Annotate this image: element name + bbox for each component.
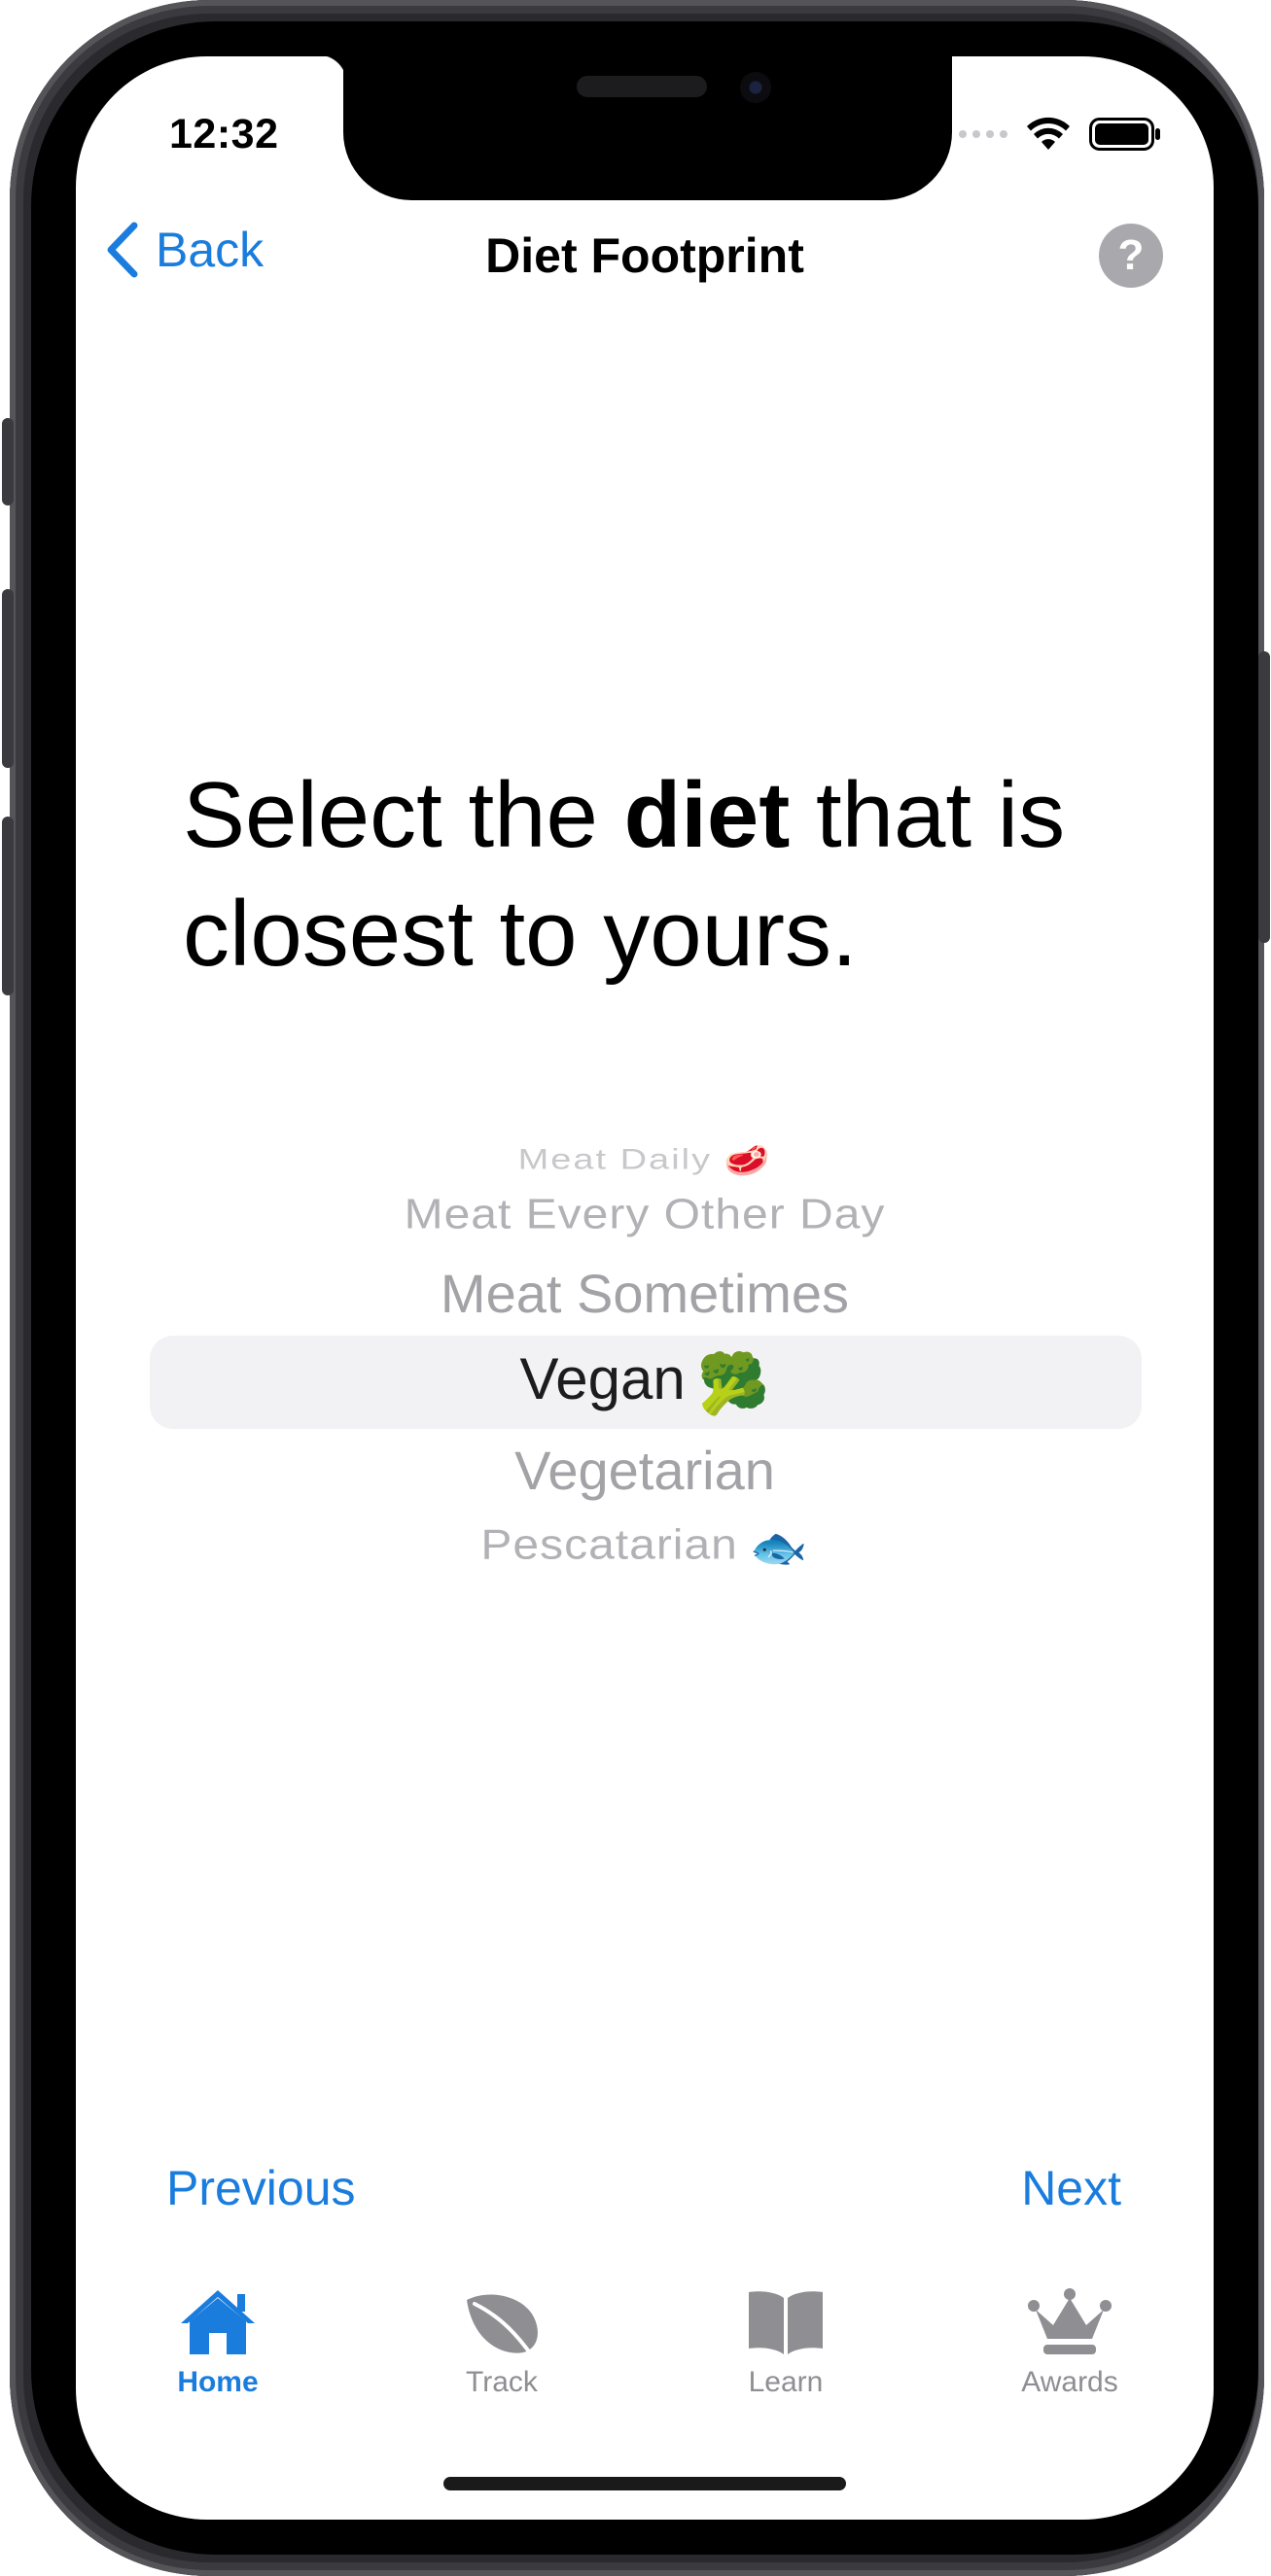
picker-option-label: Meat Daily bbox=[517, 1143, 713, 1176]
screen: 12:32 Back Diet Footprint ? Select the d… bbox=[76, 56, 1214, 2520]
heading-text-part1: Select the bbox=[183, 763, 624, 867]
picker-option-label: Meat Every Other Day bbox=[404, 1191, 886, 1238]
picker-option-label: Meat Sometimes bbox=[440, 1263, 850, 1324]
picker-option-vegan-selected[interactable]: Vegan 🥦 bbox=[76, 1345, 1214, 1418]
status-icons bbox=[959, 113, 1161, 156]
tab-track[interactable]: Track bbox=[405, 2286, 599, 2399]
side-button-volume-up bbox=[2, 589, 14, 768]
tab-track-label: Track bbox=[466, 2366, 538, 2398]
tab-home[interactable]: Home bbox=[121, 2286, 315, 2399]
home-indicator[interactable] bbox=[443, 2477, 846, 2490]
previous-button[interactable]: Previous bbox=[166, 2160, 356, 2216]
side-button-power bbox=[1258, 651, 1270, 943]
heading-emphasis: diet bbox=[623, 763, 791, 867]
question-heading: Select the diet that is closest to yours… bbox=[183, 756, 1155, 993]
fish-emoji-icon: 🐟 bbox=[749, 1525, 809, 1572]
side-button-silent bbox=[2, 418, 14, 505]
help-icon: ? bbox=[1117, 231, 1145, 279]
tab-learn-label: Learn bbox=[748, 2366, 824, 2398]
page-title: Diet Footprint bbox=[485, 228, 804, 283]
picker-option-label: Vegetarian bbox=[514, 1440, 775, 1501]
picker-option-vegetarian[interactable]: Vegetarian bbox=[76, 1439, 1214, 1502]
tab-awards-label: Awards bbox=[1021, 2366, 1118, 2398]
picker-option-meat-every-other-day[interactable]: Meat Every Other Day bbox=[76, 1191, 1214, 1239]
front-camera bbox=[740, 72, 771, 103]
tab-home-label: Home bbox=[177, 2366, 259, 2398]
crown-icon bbox=[1028, 2288, 1112, 2354]
wifi-icon bbox=[1027, 117, 1070, 150]
cellular-signal-icon bbox=[959, 130, 1007, 138]
picker-option-label: Vegan bbox=[519, 1346, 686, 1411]
help-button[interactable]: ? bbox=[1099, 224, 1163, 288]
status-time: 12:32 bbox=[169, 111, 279, 157]
tab-awards[interactable]: Awards bbox=[972, 2286, 1167, 2399]
device-frame: 12:32 Back Diet Footprint ? Select the d… bbox=[2, 0, 1270, 2576]
picker-option-meat-daily[interactable]: Meat Daily 🥩 bbox=[76, 1144, 1214, 1178]
house-icon bbox=[181, 2290, 255, 2354]
battery-icon bbox=[1089, 118, 1160, 151]
meat-emoji-icon: 🥩 bbox=[724, 1145, 772, 1178]
speaker-grille bbox=[577, 76, 707, 97]
notch bbox=[343, 56, 952, 200]
next-button[interactable]: Next bbox=[1021, 2160, 1121, 2216]
picker-option-label: Pescatarian bbox=[480, 1521, 738, 1569]
leaf-icon bbox=[467, 2294, 538, 2356]
side-button-volume-down bbox=[2, 817, 14, 995]
picker-option-pescatarian[interactable]: Pescatarian 🐟 bbox=[76, 1521, 1214, 1573]
book-icon bbox=[749, 2291, 823, 2354]
broccoli-emoji-icon: 🥦 bbox=[696, 1350, 770, 1416]
tab-learn[interactable]: Learn bbox=[688, 2286, 883, 2399]
picker-option-meat-sometimes[interactable]: Meat Sometimes bbox=[76, 1262, 1214, 1325]
